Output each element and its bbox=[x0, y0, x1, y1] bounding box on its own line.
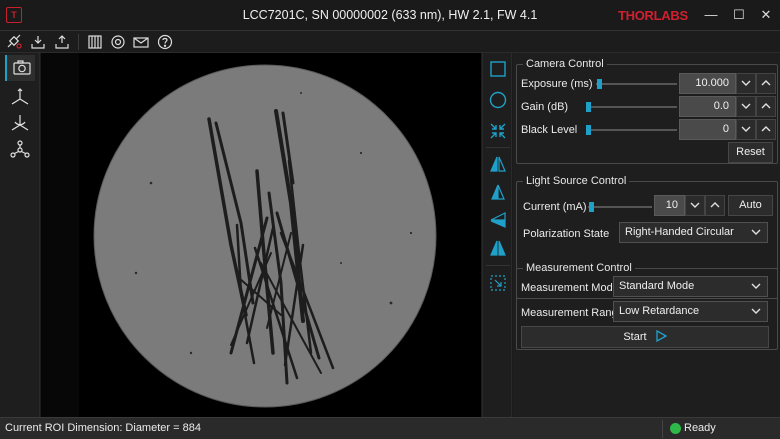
black-level-decrement-button[interactable] bbox=[736, 119, 756, 140]
rotate-right-icon[interactable] bbox=[488, 182, 508, 202]
measurement-mode-select[interactable]: Standard Mode bbox=[613, 276, 768, 297]
current-label: Current (mA) bbox=[523, 201, 587, 213]
download-icon[interactable] bbox=[29, 34, 47, 50]
upload-icon[interactable] bbox=[53, 34, 71, 50]
maximize-button[interactable]: ☐ bbox=[728, 5, 750, 25]
app-window: T LCC7201C, SN 00000002 (633 nm), HW 2.1… bbox=[0, 0, 780, 439]
measurement-mode-label: Measurement Mode bbox=[521, 282, 619, 294]
exposure-increment-button[interactable] bbox=[756, 73, 776, 94]
gain-decrement-button[interactable] bbox=[736, 96, 756, 117]
exposure-label: Exposure (ms) bbox=[521, 78, 593, 90]
help-icon[interactable] bbox=[156, 34, 174, 50]
camera-image-view[interactable] bbox=[41, 53, 481, 417]
status-ready-text: Ready bbox=[684, 422, 716, 434]
thorlabs-logo: THORLABS bbox=[618, 8, 688, 23]
square-roi-icon[interactable] bbox=[488, 59, 508, 79]
status-separator bbox=[662, 420, 663, 438]
connect-icon[interactable] bbox=[5, 34, 23, 50]
gain-increment-button[interactable] bbox=[756, 96, 776, 117]
target-icon[interactable] bbox=[109, 34, 127, 50]
chevron-down-icon bbox=[751, 229, 761, 235]
play-icon bbox=[655, 329, 667, 343]
current-increment-button[interactable] bbox=[705, 195, 725, 216]
black-level-label: Black Level bbox=[521, 124, 578, 136]
measurement-range-select[interactable]: Low Retardance bbox=[613, 301, 768, 322]
title-bar: T LCC7201C, SN 00000002 (633 nm), HW 2.1… bbox=[0, 0, 780, 31]
grid-icon[interactable] bbox=[86, 34, 104, 50]
circle-roi-icon[interactable] bbox=[488, 90, 508, 110]
measurement-title: Measurement Control bbox=[523, 262, 635, 275]
measurement-mode-value: Standard Mode bbox=[619, 280, 695, 292]
status-bar: Current ROI Dimension: Diameter = 884 Re… bbox=[0, 417, 780, 439]
current-decrement-button[interactable] bbox=[685, 195, 705, 216]
minimize-button[interactable]: — bbox=[700, 5, 722, 25]
axis-icon[interactable] bbox=[5, 85, 35, 111]
camera-icon[interactable] bbox=[5, 55, 35, 81]
current-slider[interactable] bbox=[588, 200, 652, 214]
axis-rotate-icon[interactable] bbox=[5, 111, 35, 137]
black-level-increment-button[interactable] bbox=[756, 119, 776, 140]
close-button[interactable]: ✕ bbox=[755, 5, 777, 25]
flip-vertical-icon[interactable] bbox=[488, 238, 508, 258]
chevron-down-icon bbox=[751, 283, 761, 289]
tools-separator bbox=[486, 147, 510, 148]
current-input[interactable]: 10 bbox=[654, 195, 685, 216]
start-button-label: Start bbox=[623, 331, 647, 343]
exposure-input[interactable]: 10.000 bbox=[679, 73, 736, 94]
tools-separator bbox=[486, 265, 510, 266]
status-indicator-icon bbox=[670, 423, 681, 434]
camera-control-group: Camera Control Exposure (ms) 10.000 Gain… bbox=[516, 58, 778, 164]
chevron-down-icon bbox=[751, 308, 761, 314]
auto-button[interactable]: Auto bbox=[728, 195, 773, 216]
flip-horizontal-icon[interactable] bbox=[488, 210, 508, 230]
polarization-label: Polarization State bbox=[523, 228, 610, 240]
gain-slider[interactable] bbox=[586, 100, 677, 114]
start-button[interactable]: Start bbox=[521, 326, 769, 348]
field-of-view bbox=[94, 65, 436, 407]
network-icon[interactable] bbox=[5, 137, 35, 163]
measurement-range-value: Low Retardance bbox=[619, 305, 700, 317]
measurement-group: Measurement Control Measurement Mode Sta… bbox=[516, 262, 778, 350]
exposure-decrement-button[interactable] bbox=[736, 73, 756, 94]
select-region-icon[interactable] bbox=[488, 273, 508, 293]
exposure-slider[interactable] bbox=[596, 77, 677, 91]
mail-icon[interactable] bbox=[132, 34, 150, 50]
rotate-left-icon[interactable] bbox=[488, 154, 508, 174]
measurement-range-label: Measurement Range bbox=[521, 307, 624, 319]
black-level-slider[interactable] bbox=[586, 123, 677, 137]
polarization-select-value: Right-Handed Circular bbox=[625, 226, 734, 238]
reset-button[interactable]: Reset bbox=[728, 142, 773, 163]
shrink-icon[interactable] bbox=[488, 121, 508, 141]
camera-control-title: Camera Control bbox=[523, 58, 607, 71]
toolbar bbox=[0, 31, 780, 53]
roi-dimension-text: Current ROI Dimension: Diameter = 884 bbox=[5, 422, 201, 434]
roi-tools bbox=[482, 53, 512, 417]
left-navigation bbox=[0, 53, 40, 417]
gain-input[interactable]: 0.0 bbox=[679, 96, 736, 117]
toolbar-separator bbox=[78, 34, 79, 50]
light-source-title: Light Source Control bbox=[523, 175, 630, 188]
control-panel: Camera Control Exposure (ms) 10.000 Gain… bbox=[513, 53, 780, 417]
gain-label: Gain (dB) bbox=[521, 101, 569, 113]
polarization-select[interactable]: Right-Handed Circular bbox=[619, 222, 768, 243]
black-level-input[interactable]: 0 bbox=[679, 119, 736, 140]
